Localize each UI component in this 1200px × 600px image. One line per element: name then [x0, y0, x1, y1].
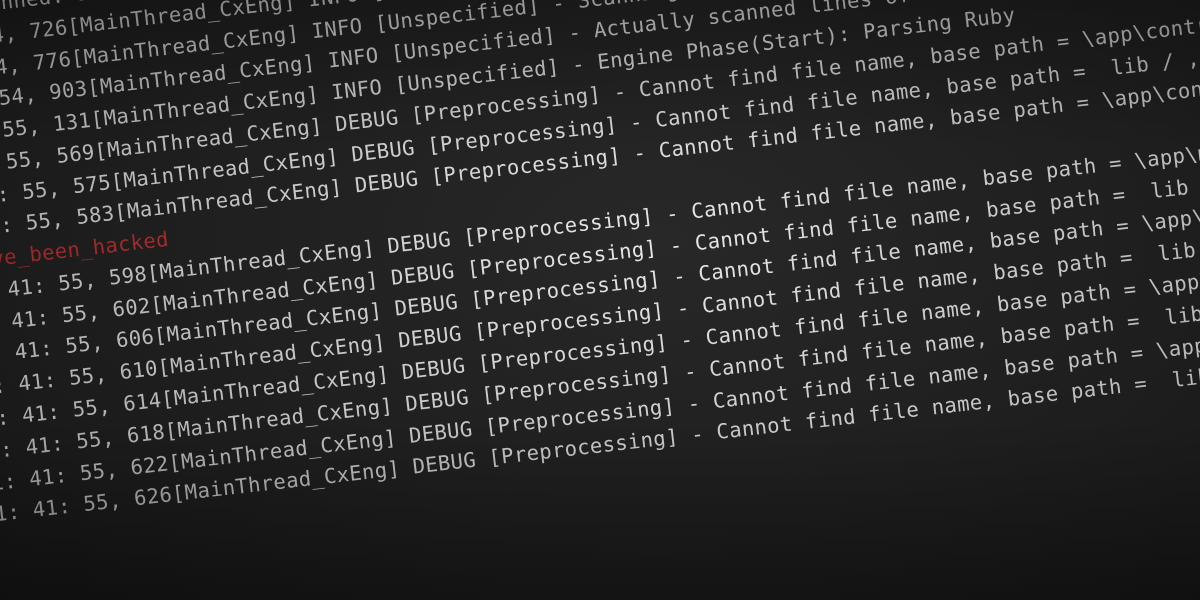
terminal-log: 8 11: 41: 54, 711[MainThread_CxEng] INFO… [0, 0, 1200, 543]
terminal-viewport: 8 11: 41: 54, 711[MainThread_CxEng] INFO… [0, 0, 1200, 600]
